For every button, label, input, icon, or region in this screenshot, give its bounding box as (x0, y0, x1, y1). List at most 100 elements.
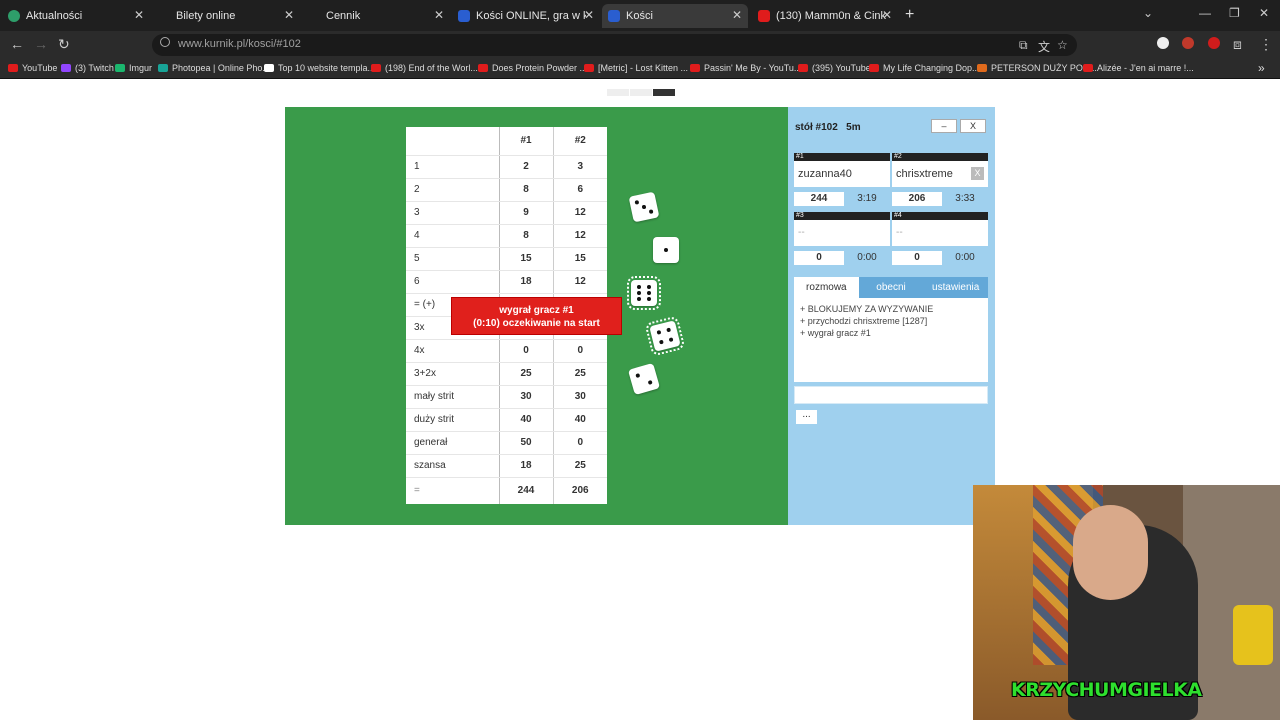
player-slot-1[interactable]: #1 zuzanna40 (794, 153, 890, 187)
close-window-icon[interactable]: ✕ (1259, 6, 1269, 20)
tab-youtube-music[interactable]: (130) Mamm0n & Cinkrof -✕ (752, 4, 898, 28)
extension-x-icon[interactable] (1157, 37, 1169, 49)
forward-icon[interactable]: → (34, 36, 48, 52)
kick-button[interactable]: X (971, 167, 984, 180)
minimize-button[interactable]: – (931, 119, 957, 133)
total-cell: 206 (553, 476, 607, 504)
extensions-icon[interactable]: ⧈ (1233, 36, 1242, 53)
bookmark-item[interactable]: (395) YouTube (798, 63, 871, 73)
table-row[interactable]: 3+2x 25 25 (406, 362, 607, 386)
bookmark-item[interactable]: My Life Changing Dop... (869, 63, 980, 73)
more-bookmarks-icon[interactable]: » (1258, 61, 1265, 75)
minimize-icon[interactable]: — (1199, 6, 1211, 20)
menu-icon[interactable]: ⋮ (1259, 36, 1273, 53)
chat-log[interactable]: + BLOKUJEMY ZA WYZYWANIE + przychodzi ch… (794, 298, 988, 382)
photopea-icon (158, 64, 168, 72)
table-row[interactable]: 4x 0 0 (406, 339, 607, 363)
bookmark-star-icon[interactable]: ☆ (1057, 38, 1068, 52)
die-three[interactable] (628, 191, 660, 223)
bookmark-item[interactable]: Does Protein Powder ... (478, 63, 587, 73)
back-icon[interactable]: ← (10, 36, 24, 52)
pager-dot[interactable] (630, 89, 652, 96)
row-label: szansa (406, 454, 500, 478)
bookmark-item[interactable]: PETERSON DUŻY POR... (977, 63, 1097, 73)
tab-bilety[interactable]: Bilety online ✕ (152, 4, 300, 28)
close-icon[interactable]: ✕ (434, 8, 444, 22)
player-slot-2[interactable]: #2 chrisxtreme X (892, 153, 988, 187)
score-cell: 25 (553, 454, 607, 478)
column-header: #1 (499, 127, 554, 156)
star-icon (458, 10, 470, 22)
tab-kosci[interactable]: Kości ✕ (602, 4, 748, 28)
new-tab-icon[interactable]: + (905, 6, 914, 24)
pager-dot[interactable] (607, 89, 629, 96)
translate-icon[interactable]: 文 (1038, 38, 1050, 55)
table-row[interactable]: 123 (406, 155, 607, 179)
table-row[interactable]: szansa 18 25 (406, 454, 607, 478)
tab-ustawienia[interactable]: ustawienia (923, 277, 989, 298)
row-label: generał (406, 431, 500, 455)
tab-rozmowa[interactable]: rozmowa (794, 277, 859, 298)
adblock-icon[interactable] (1182, 37, 1194, 49)
player-slot-4[interactable]: #4 -- (892, 212, 988, 246)
table-row[interactable]: 5 15 15 (406, 247, 607, 271)
player-score: 244 (794, 192, 844, 206)
player-slot-3[interactable]: #3 -- (794, 212, 890, 246)
youtube-icon (584, 64, 594, 72)
bookmark-item[interactable]: Photopea | Online Pho... (158, 63, 270, 73)
chat-input[interactable] (794, 386, 988, 404)
table-row[interactable]: mały strit 30 30 (406, 385, 607, 409)
bookmark-item[interactable]: [Metric] - Lost Kitten ... (584, 63, 688, 73)
url-text: www.kurnik.pl/kosci/#102 (178, 38, 301, 50)
close-button[interactable]: X (960, 119, 986, 133)
score-cell: 30 (499, 385, 554, 409)
close-icon[interactable]: ✕ (882, 8, 892, 22)
pager-dot-active[interactable] (653, 89, 675, 96)
row-label: 5 (406, 247, 500, 271)
row-label: 6 (406, 270, 500, 294)
url-field[interactable]: www.kurnik.pl/kosci/#102 ⧉ 文 ☆ (152, 34, 1077, 56)
tab-label: (130) Mamm0n & Cinkrof - (776, 10, 886, 22)
table-row[interactable]: generał 50 0 (406, 431, 607, 455)
bookmark-item[interactable]: Imgur (115, 63, 152, 73)
page-icon (308, 10, 320, 22)
bookmark-item[interactable]: Passin' Me By - YouTu... (690, 63, 801, 73)
restore-icon[interactable]: ❐ (1229, 6, 1240, 20)
reload-icon[interactable]: ↻ (58, 36, 70, 53)
player-2-stats: 206 3:33 (892, 192, 988, 206)
tab-search-icon[interactable]: ⌄ (1143, 6, 1153, 20)
winner-banner: wygrał gracz #1 (0:10) oczekiwanie na st… (451, 297, 622, 335)
tab-aktualnosci[interactable]: Aktualności ✕ (2, 4, 150, 28)
close-icon[interactable]: ✕ (284, 8, 294, 22)
player-time: 0:00 (955, 252, 975, 263)
bookmark-item[interactable]: (3) Twitch (61, 63, 114, 73)
site-info-icon[interactable] (160, 37, 170, 47)
die-one[interactable] (653, 237, 679, 263)
tab-cennik[interactable]: Cennik ✕ (302, 4, 450, 28)
slot-number: #3 (794, 212, 890, 220)
more-button[interactable]: ... (796, 410, 817, 424)
tab-obecni[interactable]: obecni (858, 277, 924, 298)
close-icon[interactable]: ✕ (584, 8, 594, 22)
bookmark-item[interactable]: Top 10 website templa... (264, 63, 375, 73)
table-row[interactable]: 6 18 12 (406, 270, 607, 294)
table-row[interactable]: 286 (406, 178, 607, 202)
slot-number: #4 (892, 212, 988, 220)
youtube-ext-icon[interactable] (1208, 37, 1220, 49)
tab-bar: Aktualności ✕ Bilety online ✕ Cennik ✕ Kośc… (0, 0, 1280, 31)
bookmark-item[interactable]: YouTube (8, 63, 57, 73)
chat-message: + BLOKUJEMY ZA WYZYWANIE (800, 304, 934, 314)
bookmark-item[interactable]: Alizée - J'en ai marre !... (1083, 63, 1194, 73)
close-icon[interactable]: ✕ (134, 8, 144, 22)
tab-kosci-online[interactable]: Kości ONLINE, gra w kości, zagr✕ (452, 4, 600, 28)
table-row[interactable]: 3 9 12 (406, 201, 607, 225)
table-row[interactable]: 4 8 12 (406, 224, 607, 248)
table-row[interactable]: duży strit 40 40 (406, 408, 607, 432)
webcam-overlay: KRZYCHUMGIELKA (973, 485, 1280, 720)
die-six-held[interactable] (627, 276, 661, 310)
player-score: 0 (794, 251, 844, 265)
slot-number: #2 (892, 153, 988, 161)
bookmark-item[interactable]: (198) End of the Worl... (371, 63, 478, 73)
install-icon[interactable]: ⧉ (1019, 38, 1028, 53)
close-icon[interactable]: ✕ (732, 8, 742, 22)
